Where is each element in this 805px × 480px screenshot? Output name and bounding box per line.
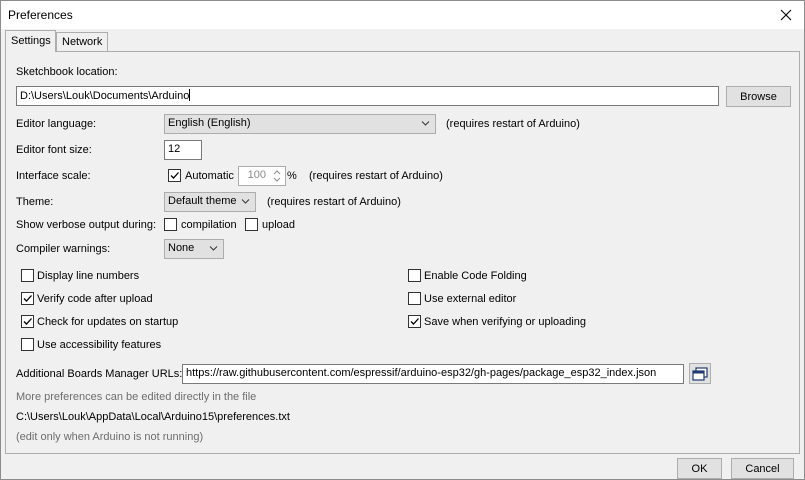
settings-panel: Sketchbook location: D:\Users\Louk\Docum… [5, 51, 800, 454]
spinner-arrows-icon[interactable] [270, 168, 284, 184]
checkmark-icon [23, 318, 32, 325]
verbose-upload-label: upload [262, 219, 296, 231]
interface-scale-label: Interface scale: [16, 170, 91, 182]
cancel-button[interactable]: Cancel [731, 458, 794, 479]
editor-font-size-value: 12 [168, 143, 181, 155]
text-caret [189, 89, 191, 101]
check-updates-checkbox[interactable] [21, 315, 34, 328]
title-bar: Preferences [1, 1, 804, 29]
browse-button[interactable]: Browse [726, 86, 791, 107]
chevron-down-icon [209, 246, 218, 251]
check-updates-label: Check for updates on startup [37, 316, 179, 328]
editor-font-size-input[interactable]: 12 [164, 140, 202, 160]
verbose-compilation-checkbox[interactable] [164, 218, 177, 231]
sketchbook-label: Sketchbook location: [16, 66, 118, 78]
boards-urls-value: https://raw.githubusercontent.com/espres… [186, 367, 657, 379]
code-folding-label: Enable Code Folding [424, 270, 527, 282]
compiler-warnings-value: None [168, 242, 195, 254]
tab-network[interactable]: Network [56, 32, 108, 51]
save-on-verify-label: Save when verifying or uploading [424, 316, 587, 328]
browse-button-label: Browse [740, 90, 777, 103]
accessibility-features-label: Use accessibility features [37, 339, 162, 351]
close-icon [780, 9, 792, 21]
checkmark-icon [410, 318, 419, 325]
compiler-warnings-select[interactable]: None [164, 239, 224, 259]
more-preferences-note: More preferences can be edited directly … [16, 391, 257, 403]
verify-after-upload-checkbox[interactable] [21, 292, 34, 305]
close-button[interactable] [768, 1, 804, 29]
verbose-compilation-label: compilation [181, 219, 237, 231]
window-title: Preferences [8, 8, 73, 22]
interface-scale-unit: % [287, 170, 297, 182]
editor-language-value: English (English) [168, 117, 251, 129]
verify-after-upload-label: Verify code after upload [37, 293, 153, 305]
theme-label: Theme: [16, 196, 54, 208]
interface-scale-note: (requires restart of Arduino) [309, 170, 443, 182]
sketchbook-location-value: D:\Users\Louk\Documents\Arduino [20, 90, 190, 102]
compiler-warnings-label: Compiler warnings: [16, 243, 111, 255]
verbose-output-label: Show verbose output during: [16, 219, 157, 231]
sketchbook-location-input[interactable]: D:\Users\Louk\Documents\Arduino [16, 86, 719, 106]
theme-value: Default theme [168, 195, 237, 207]
ok-button[interactable]: OK [677, 458, 722, 479]
verbose-upload-checkbox[interactable] [245, 218, 258, 231]
accessibility-features-checkbox[interactable] [21, 338, 34, 351]
ok-button-label: OK [691, 462, 708, 475]
cancel-button-label: Cancel [745, 462, 780, 475]
interface-scale-automatic-checkbox[interactable] [168, 169, 181, 182]
chevron-down-icon [241, 199, 250, 204]
save-on-verify-checkbox[interactable] [408, 315, 421, 328]
external-editor-label: Use external editor [424, 293, 517, 305]
editor-language-note: (requires restart of Arduino) [446, 118, 580, 130]
external-editor-checkbox[interactable] [408, 292, 421, 305]
editor-language-select[interactable]: English (English) [164, 114, 436, 134]
dialog-footer: OK Cancel [1, 455, 804, 479]
theme-select[interactable]: Default theme [164, 192, 256, 212]
preferences-file-path: C:\Users\Louk\AppData\Local\Arduino15\pr… [16, 411, 290, 423]
code-folding-checkbox[interactable] [408, 269, 421, 282]
interface-scale-automatic-label: Automatic [185, 170, 234, 182]
preferences-window: Preferences Settings Network Sketchbook … [0, 0, 805, 480]
checkmark-icon [23, 295, 32, 302]
editor-font-size-label: Editor font size: [16, 144, 92, 156]
theme-note: (requires restart of Arduino) [267, 196, 401, 208]
tab-network-label: Network [62, 36, 103, 48]
open-list-icon [692, 366, 708, 381]
boards-urls-list-button[interactable] [689, 363, 711, 384]
interface-scale-spinner[interactable]: 100 [238, 166, 286, 186]
chevron-down-icon [421, 121, 430, 126]
display-line-numbers-label: Display line numbers [37, 270, 140, 282]
boards-urls-label: Additional Boards Manager URLs: [16, 368, 183, 380]
display-line-numbers-checkbox[interactable] [21, 269, 34, 282]
interface-scale-value: 100 [247, 169, 266, 181]
tab-settings-label: Settings [11, 35, 51, 47]
edit-only-note: (edit only when Arduino is not running) [16, 431, 204, 443]
tab-settings[interactable]: Settings [5, 30, 56, 52]
editor-language-label: Editor language: [16, 118, 97, 130]
checkmark-icon [170, 172, 179, 179]
boards-urls-input[interactable]: https://raw.githubusercontent.com/espres… [182, 364, 684, 384]
